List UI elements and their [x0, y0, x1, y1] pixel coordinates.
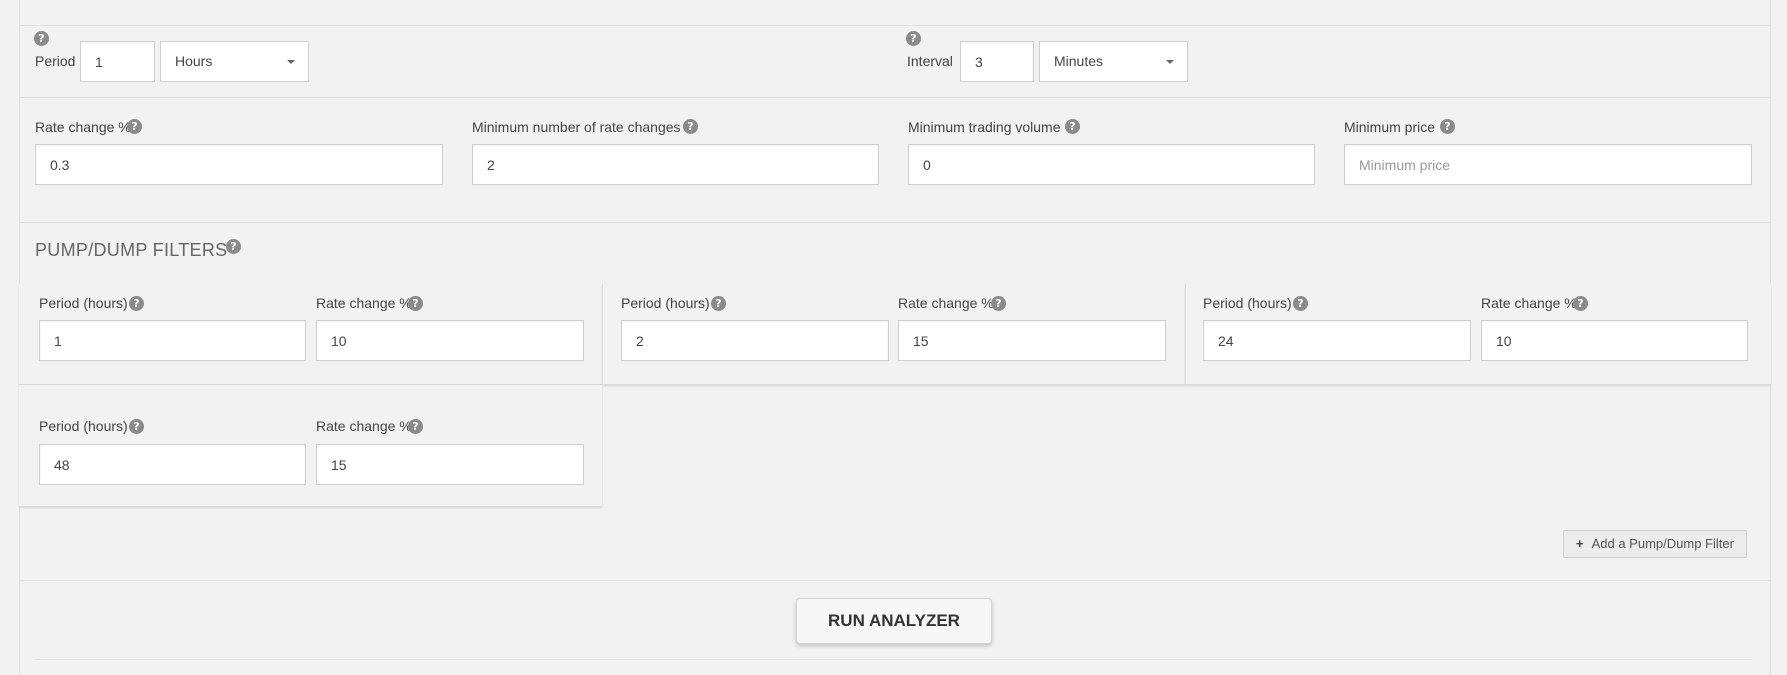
divider — [34, 659, 1752, 660]
chevron-down-icon — [1166, 60, 1174, 64]
interval-unit-select[interactable]: Minutes — [1039, 41, 1188, 82]
min-rate-changes-help-icon[interactable]: ? — [683, 119, 698, 134]
filter-rate-input[interactable] — [316, 320, 584, 361]
filter-period-help-icon[interactable]: ? — [1293, 296, 1308, 311]
add-filter-label: Add a Pump/Dump Filter — [1591, 536, 1734, 551]
filter-rate-help-icon[interactable]: ? — [991, 296, 1006, 311]
min-volume-label: Minimum trading volume — [908, 119, 1061, 135]
period-label: Period — [35, 53, 76, 69]
run-analyzer-button[interactable]: RUN ANALYZER — [796, 598, 992, 644]
filter-rate-label: Rate change % — [316, 418, 412, 434]
min-price-input[interactable] — [1344, 144, 1752, 185]
period-input[interactable] — [80, 41, 155, 82]
filter-period-input[interactable] — [1203, 320, 1471, 361]
filter-period-label: Period (hours) — [621, 295, 710, 311]
period-unit-select[interactable]: Hours — [160, 41, 309, 82]
filter-period-input[interactable] — [39, 320, 306, 361]
plus-icon: + — [1576, 536, 1584, 551]
filter-rate-help-icon[interactable]: ? — [408, 419, 423, 434]
filter-period-help-icon[interactable]: ? — [129, 419, 144, 434]
pump-dump-help-icon[interactable]: ? — [226, 239, 241, 254]
min-price-help-icon[interactable]: ? — [1440, 119, 1455, 134]
add-pump-dump-filter-button[interactable]: + Add a Pump/Dump Filter — [1563, 530, 1747, 558]
filter-period-input[interactable] — [39, 444, 306, 485]
filter-period-label: Period (hours) — [39, 295, 128, 311]
interval-input[interactable] — [960, 41, 1034, 82]
rate-change-input[interactable] — [35, 144, 443, 185]
divider — [602, 284, 603, 385]
rate-change-help-icon[interactable]: ? — [127, 119, 142, 134]
filter-rate-label: Rate change % — [898, 295, 994, 311]
min-rate-changes-input[interactable] — [472, 144, 879, 185]
filter-rate-input[interactable] — [316, 444, 584, 485]
filter-rate-label: Rate change % — [316, 295, 412, 311]
rate-change-label: Rate change % — [35, 119, 131, 135]
chevron-down-icon — [287, 60, 295, 64]
filter-rate-help-icon[interactable]: ? — [408, 296, 423, 311]
interval-unit-value: Minutes — [1054, 53, 1104, 69]
filter-period-input[interactable] — [621, 320, 889, 361]
period-unit-value: Hours — [175, 53, 213, 69]
filter-rate-input[interactable] — [1481, 320, 1748, 361]
filter-rate-label: Rate change % — [1481, 295, 1577, 311]
filter-period-help-icon[interactable]: ? — [711, 296, 726, 311]
min-volume-help-icon[interactable]: ? — [1065, 119, 1080, 134]
pump-dump-title: PUMP/DUMP FILTERS — [35, 240, 228, 260]
filter-period-label: Period (hours) — [1203, 295, 1292, 311]
filter-period-help-icon[interactable]: ? — [129, 296, 144, 311]
divider — [1185, 284, 1186, 385]
divider — [19, 97, 1771, 98]
divider — [19, 222, 1771, 223]
interval-help-icon[interactable]: ? — [906, 31, 921, 46]
divider — [19, 25, 1771, 26]
filter-rate-input[interactable] — [898, 320, 1166, 361]
min-volume-input[interactable] — [908, 144, 1315, 185]
min-rate-changes-label: Minimum number of rate changes — [472, 119, 681, 135]
min-price-label: Minimum price — [1344, 119, 1436, 135]
divider — [19, 580, 1771, 581]
interval-label: Interval — [907, 53, 953, 69]
filter-rate-help-icon[interactable]: ? — [1573, 296, 1588, 311]
filter-period-label: Period (hours) — [39, 418, 128, 434]
period-help-icon[interactable]: ? — [34, 31, 49, 46]
